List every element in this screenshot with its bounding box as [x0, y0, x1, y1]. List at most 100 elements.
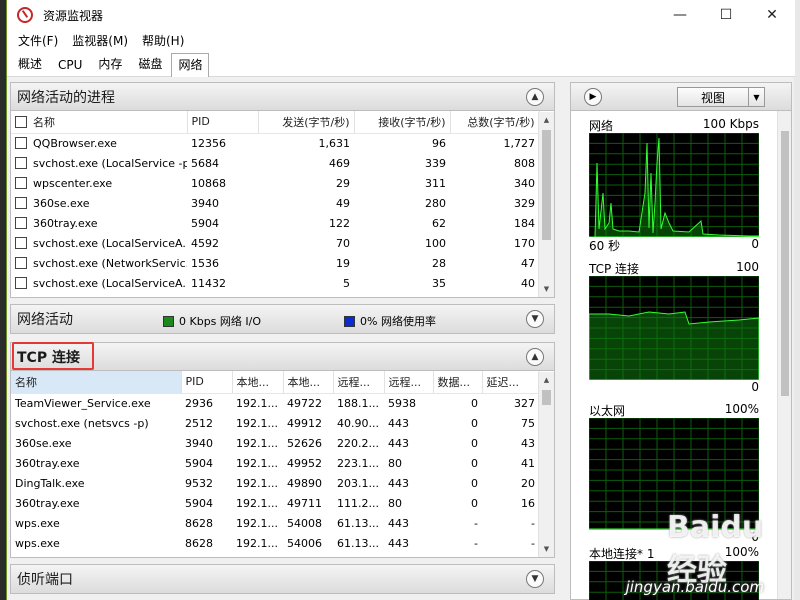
select-all-checkbox[interactable] [15, 115, 27, 128]
tcp-packet-loss: - [474, 516, 478, 530]
maximize-button[interactable]: ☐ [703, 0, 749, 30]
close-button[interactable]: ✕ [749, 0, 795, 30]
process-total: 340 [514, 176, 535, 190]
tcp-row[interactable]: svchost.exe (netsvcs -p) 2512 192.1... 4991… [11, 413, 539, 433]
process-name: QQBrowser.exe [11, 133, 187, 153]
process-row[interactable]: svchost.exe (LocalService -p) 5684 469 339 8… [11, 153, 539, 173]
menu-help[interactable]: 帮助(H) [135, 32, 191, 49]
expand-chevron-down-icon[interactable]: ▼ [526, 570, 544, 588]
process-row[interactable]: svchost.exe (LocalServiceA... 4592 70 100 17… [11, 233, 539, 253]
col-name[interactable]: 名称 [11, 371, 182, 394]
col-local-address[interactable]: 本地... [232, 371, 284, 394]
col-name[interactable]: 名称 [11, 111, 188, 134]
expand-chevron-down-icon[interactable]: ▼ [526, 310, 544, 328]
process-row[interactable]: svchost.exe (LocalServiceA... 11432 5 35 40 [11, 273, 539, 293]
tcp-row[interactable]: wps.exe 8628 192.1... 54006 61.13... 443 - - [11, 533, 539, 553]
tcp-row[interactable]: 360tray.exe 5904 192.1... 49952 223.1... 80 0 4… [11, 453, 539, 473]
process-name: svchost.exe (LocalServiceA... [11, 233, 187, 253]
tab-network[interactable]: 网络 [171, 53, 210, 77]
collapse-chevron-up-icon[interactable]: ▲ [526, 348, 544, 366]
menu-file[interactable]: 文件(F) [11, 32, 65, 49]
minimize-button[interactable]: — [657, 0, 703, 30]
tcp-remote-port: 443 [388, 536, 409, 550]
process-received: 311 [425, 176, 446, 190]
process-checkbox[interactable] [15, 216, 27, 229]
tcp-row[interactable]: DingTalk.exe 9532 192.1... 49890 203.1... 443… [11, 473, 539, 493]
collapse-chevron-up-icon[interactable]: ▲ [526, 88, 544, 106]
col-remote-address[interactable]: 远程... [333, 371, 385, 394]
tab-disk[interactable]: 磁盘 [131, 52, 169, 76]
network-activity-header[interactable]: 网络活动 0 Kbps 网络 I/O 0% 网络使用率 ▼ [10, 304, 555, 334]
tcp-local-port: 49711 [287, 496, 322, 510]
process-checkbox[interactable] [15, 136, 27, 149]
process-row[interactable]: 360se.exe 3940 49 280 329 [11, 193, 539, 213]
tcp-name: wps.exe [15, 516, 60, 530]
scroll-down-icon[interactable]: ▼ [539, 281, 554, 297]
view-button[interactable]: 视图 ▼ [677, 87, 765, 107]
menu-monitor[interactable]: 监视器(M) [65, 32, 135, 49]
col-received[interactable]: 接收(字节/秒) [354, 111, 451, 134]
process-sent: 29 [336, 176, 350, 190]
process-checkbox[interactable] [15, 236, 27, 249]
tcp-row[interactable]: 360tray.exe 5904 192.1... 49711 111.2... 80 0 1… [11, 493, 539, 513]
process-row[interactable]: QQBrowser.exe 12356 1,631 96 1,727 [11, 133, 539, 153]
scroll-up-icon[interactable]: ▲ [539, 372, 554, 388]
dropdown-arrow-icon[interactable]: ▼ [748, 88, 764, 106]
tcp-local-port: 49952 [287, 456, 322, 470]
processes-table: 名称 PID 发送(字节/秒) 接收(字节/秒) 总数(字节/秒) QQBrow… [11, 111, 540, 293]
tcp-row[interactable]: wps.exe 8628 192.1... 54008 61.13... 443 - - [11, 513, 539, 533]
io-legend: 0 Kbps 网络 I/O [163, 313, 261, 329]
process-total: 329 [514, 196, 535, 210]
tcp-local-port: 52626 [287, 436, 322, 450]
network-graph [589, 133, 759, 237]
process-received: 339 [425, 156, 446, 170]
tcp-row[interactable]: TeamViewer_Service.exe 2936 192.1... 49722 1… [11, 393, 539, 413]
col-latency[interactable]: 延迟... [482, 371, 540, 394]
process-checkbox[interactable] [15, 176, 27, 189]
col-pid[interactable]: PID [187, 111, 259, 134]
scroll-thumb[interactable] [781, 131, 789, 396]
tcp-row[interactable]: 360se.exe 3940 192.1... 52626 220.2... 443 0 43 [11, 433, 539, 453]
process-row[interactable]: wpscenter.exe 10868 29 311 340 [11, 173, 539, 193]
graph-max: 100 Kbps [702, 117, 759, 131]
tcp-pid: 5904 [185, 496, 213, 510]
process-checkbox[interactable] [15, 196, 27, 209]
col-packet-loss[interactable]: 数据... [433, 371, 483, 394]
scroll-thumb[interactable] [542, 390, 551, 405]
process-pid: 12356 [191, 136, 226, 150]
col-pid[interactable]: PID [181, 371, 233, 394]
tab-overview[interactable]: 概述 [11, 52, 49, 76]
col-total[interactable]: 总数(字节/秒) [450, 111, 540, 134]
scroll-up-icon[interactable]: ▲ [539, 112, 554, 128]
scroll-thumb[interactable] [542, 130, 551, 240]
col-local-port[interactable]: 本地... [283, 371, 334, 394]
window-title: 资源监视器 [43, 8, 104, 23]
tcp-remote-port: 443 [388, 476, 409, 490]
tab-cpu[interactable]: CPU [51, 55, 89, 76]
tcp-scrollbar[interactable]: ▲ ▼ [538, 372, 554, 557]
process-checkbox[interactable] [15, 156, 27, 169]
process-checkbox[interactable] [15, 256, 27, 269]
tcp-name: 360tray.exe [15, 496, 80, 510]
tcp-local-address: 192.1... [236, 536, 278, 550]
process-row[interactable]: 360tray.exe 5904 122 62 184 [11, 213, 539, 233]
tab-memory[interactable]: 内存 [91, 52, 129, 76]
process-row[interactable]: svchost.exe (NetworkServic... 1536 19 28 47 [11, 253, 539, 273]
process-pid: 5904 [191, 216, 219, 230]
listening-ports-header[interactable]: 侦听端口 ▼ [10, 564, 555, 594]
col-remote-port[interactable]: 远程... [384, 371, 434, 394]
scroll-down-icon[interactable]: ▼ [539, 541, 554, 557]
process-checkbox[interactable] [15, 276, 27, 289]
tcp-pid: 8628 [185, 516, 213, 530]
chevron-right-icon[interactable]: ▶ [584, 88, 602, 106]
graph-min: 0 [751, 237, 759, 251]
network-graph-svg [589, 133, 759, 237]
tcp-local-port: 49890 [287, 476, 322, 490]
tcp-remote-port: 443 [388, 436, 409, 450]
graph-duration: 60 秒 [589, 239, 621, 253]
tcp-remote-port: 5938 [388, 396, 416, 410]
processes-scrollbar[interactable]: ▲ ▼ [538, 112, 554, 297]
col-sent[interactable]: 发送(字节/秒) [258, 111, 355, 134]
processes-header[interactable]: 网络活动的进程 ▲ [11, 83, 554, 111]
tcp-pid: 9532 [185, 476, 213, 490]
